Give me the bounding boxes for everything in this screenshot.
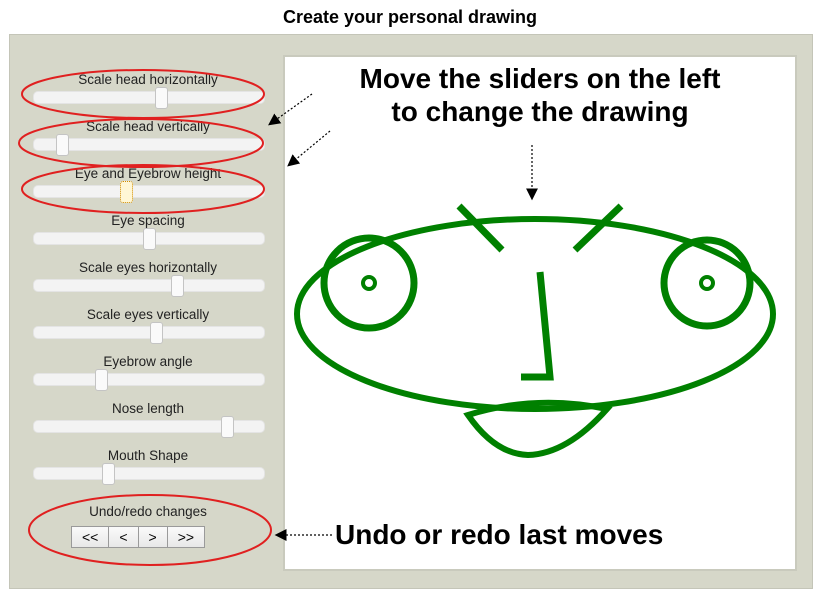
slider-label: Eye and Eyebrow height	[74, 166, 222, 181]
slider-thumb[interactable]	[55, 134, 69, 156]
slider-thumb[interactable]	[143, 228, 156, 250]
slider-label: Scale eyes horizontally	[78, 260, 218, 275]
slider-track[interactable]	[33, 181, 265, 203]
slider-track[interactable]	[33, 322, 265, 344]
slider-label: Scale head vertically	[86, 119, 210, 134]
slider-track[interactable]	[33, 275, 265, 297]
undo-all-button[interactable]: <<	[71, 526, 109, 548]
drawing-canvas	[283, 55, 797, 571]
slider-track[interactable]	[33, 463, 265, 485]
sliders-hint-text: Move the sliders on the left to change th…	[359, 63, 721, 127]
undo-hint-text: Undo or redo last moves	[335, 519, 664, 550]
slider-label: Eye spacing	[111, 213, 185, 228]
slider-thumb[interactable]	[120, 181, 133, 203]
slider-thumb[interactable]	[154, 87, 168, 109]
slider-track[interactable]	[33, 134, 265, 156]
page-title: Create your personal drawing	[282, 7, 538, 27]
undo-button[interactable]: <	[108, 526, 138, 548]
slider-track[interactable]	[33, 87, 265, 109]
slider-track[interactable]	[33, 369, 265, 391]
slider-track[interactable]	[33, 416, 265, 438]
left-pupil	[361, 275, 377, 291]
left-eyebrow	[456, 203, 505, 253]
slider-label: Nose length	[111, 401, 185, 416]
face-drawing	[294, 203, 776, 459]
slider-thumb[interactable]	[221, 416, 235, 438]
slider-label: Eyebrow angle	[103, 354, 193, 369]
slider-track[interactable]	[33, 228, 265, 250]
left-eye	[320, 234, 418, 332]
right-pupil	[699, 275, 715, 291]
right-eye	[660, 236, 754, 330]
slider-label: Mouth Shape	[107, 448, 189, 463]
redo-button[interactable]: >	[137, 526, 167, 548]
slider-thumb[interactable]	[94, 369, 108, 391]
undo-redo-label: Undo/redo changes	[89, 504, 207, 519]
redo-all-button[interactable]: >>	[166, 526, 206, 548]
slider-label: Scale head horizontally	[78, 72, 218, 87]
slider-label: Scale eyes vertically	[86, 307, 210, 322]
undo-redo-buttons: << < > >>	[71, 526, 206, 548]
slider-thumb[interactable]	[170, 275, 184, 297]
slider-thumb[interactable]	[149, 322, 163, 344]
slider-thumb[interactable]	[101, 463, 115, 485]
right-eyebrow	[572, 203, 624, 253]
nose	[521, 271, 554, 381]
